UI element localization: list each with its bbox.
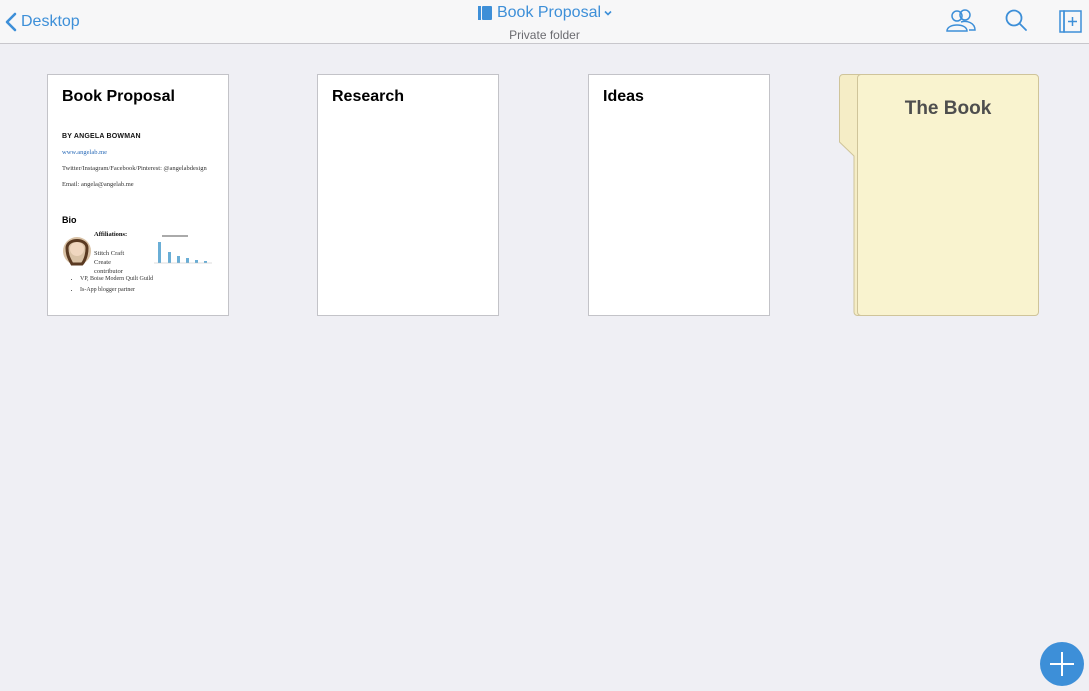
notebook-subtitle: Private folder <box>509 28 580 42</box>
search-icon[interactable] <box>1004 8 1028 34</box>
list-item: Is-App blogger partner <box>80 285 153 296</box>
preview-bio-heading: Bio <box>62 215 77 225</box>
avatar <box>63 237 91 266</box>
plus-icon <box>1050 652 1074 676</box>
preview-affiliations-label: Affiliations: <box>94 231 128 238</box>
preview-bio-block: Affiliations: Stitch Craft Create contri… <box>62 231 220 293</box>
preview-affiliations-text: Stitch Craft Create contributor <box>94 250 125 275</box>
chart-thumbnail <box>148 234 214 266</box>
note-title: Ideas <box>603 88 644 105</box>
note-title: Research <box>332 88 405 105</box>
preview-byline: BY ANGELA BOWMAN <box>62 133 141 140</box>
preview-website: www.angelab.me <box>62 149 108 156</box>
note-card-book-proposal[interactable]: Book Proposal BY ANGELA BOWMAN www.angel… <box>47 74 229 316</box>
preview-social: Twitter/Instagram/Facebook/Pinterest: @a… <box>62 165 207 172</box>
new-note-icon[interactable] <box>1059 8 1083 34</box>
caret-down-icon <box>604 10 612 16</box>
notebook-title-button[interactable]: Book Proposal <box>477 4 612 22</box>
folder-the-book[interactable]: The Book <box>857 74 1039 316</box>
top-bar: Desktop Book Proposal Private folder <box>0 0 1089 44</box>
add-button[interactable] <box>1040 642 1084 686</box>
note-card-ideas[interactable]: Ideas <box>588 74 770 316</box>
list-item: VP, Boise Modern Quilt Guild <box>80 274 153 285</box>
notebook-icon <box>477 6 492 20</box>
title-area: Book Proposal Private folder <box>0 4 1089 42</box>
people-icon[interactable] <box>945 8 977 34</box>
preview-email: Email: angela@angelab.me <box>62 181 134 188</box>
note-title: Book Proposal <box>62 88 175 105</box>
note-card-research[interactable]: Research <box>317 74 499 316</box>
notebook-title: Book Proposal <box>496 4 602 21</box>
note-preview: BY ANGELA BOWMAN www.angelab.me Twitter/… <box>62 133 220 315</box>
folder-title: The Book <box>904 98 992 119</box>
preview-bullets: VP, Boise Modern Quilt Guild Is-App blog… <box>66 274 153 296</box>
